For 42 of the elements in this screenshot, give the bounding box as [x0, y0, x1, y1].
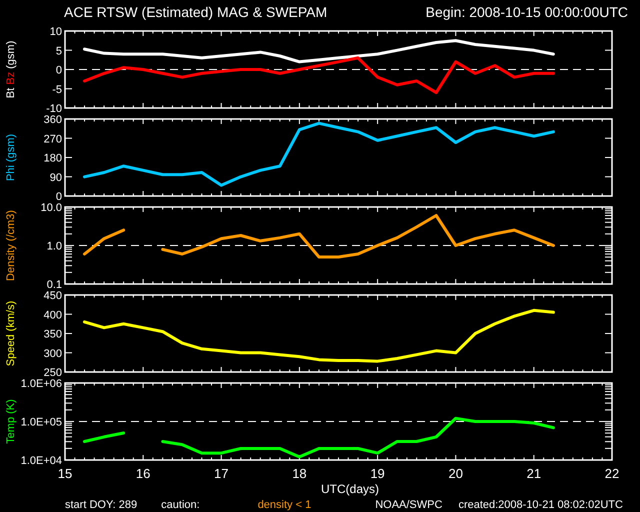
tick-label: 250 [44, 367, 62, 376]
tick-label: 20 [448, 466, 463, 481]
tick-label: 450 [44, 290, 62, 302]
tick-label: 0 [56, 64, 62, 76]
tick-label: 16 [136, 466, 150, 481]
tick-label: 1.0 [46, 240, 62, 252]
tick-label: 360 [44, 114, 62, 126]
tick-label: -5 [52, 84, 62, 96]
tick-label: 0 [56, 191, 62, 200]
tick-label: 180 [44, 152, 62, 164]
tick-label: 300 [44, 348, 62, 360]
tick-label: 21 [526, 466, 542, 481]
start-doy: start DOY: 289 [65, 498, 138, 512]
axis-label: Phi (gsm) [5, 134, 17, 182]
tick-label: 17 [214, 466, 229, 481]
begin-time: Begin: 2008-10-15 00:00:00UTC [426, 2, 628, 22]
tick-label: 19 [370, 466, 385, 481]
chart-title: ACE RTSW (Estimated) MAG & SWEPAM [64, 2, 328, 22]
tick-label: 15 [58, 466, 72, 481]
axis-label: Temp (K) [5, 399, 17, 444]
caution-note: density < 1 [258, 498, 312, 512]
created-time: created:2008-10-21 08:02:02UTC [458, 498, 623, 512]
tick-label: 10 [50, 26, 62, 38]
tick-label: 18 [292, 466, 307, 481]
tick-label: 90 [50, 172, 62, 184]
source-label: NOAA/SWPC [375, 498, 442, 512]
tick-label: 1.0E+06 [20, 378, 62, 390]
axis-label: Speed (km/s) [5, 300, 17, 366]
tick-label: -10 [46, 103, 62, 112]
tick-label: 1.0E+04 [20, 455, 62, 467]
tick-label: 5 [56, 45, 62, 58]
tick-label: 400 [44, 309, 62, 322]
tick-label: 1.0E+05 [20, 416, 62, 428]
axis-label: Bt Bz (gsm) [5, 40, 17, 98]
tick-label: 22 [604, 466, 620, 481]
axis-label: UTC(days) [321, 482, 380, 496]
tick-label: 0.1 [46, 279, 62, 288]
tick-label: 10.0 [40, 202, 62, 214]
tick-label: 350 [44, 328, 62, 340]
caution-label: caution: [161, 498, 200, 512]
tick-label: 270 [44, 133, 62, 146]
axis-label: Density (/cm3) [5, 210, 17, 281]
